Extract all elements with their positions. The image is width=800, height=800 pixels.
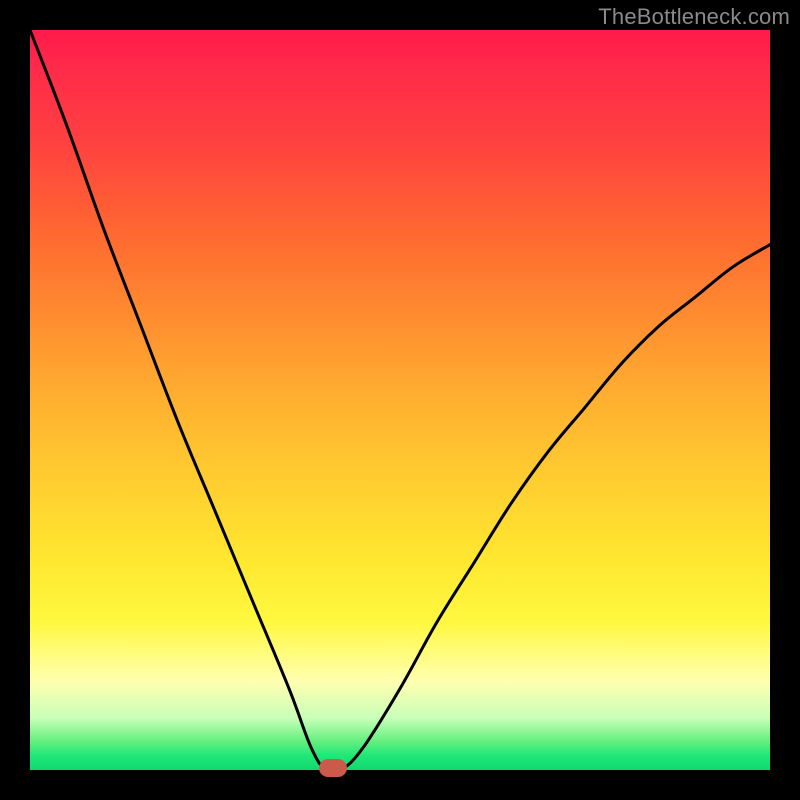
plot-area: [30, 30, 770, 770]
watermark-text: TheBottleneck.com: [598, 4, 790, 30]
min-marker: [319, 759, 347, 777]
chart-container: TheBottleneck.com: [0, 0, 800, 800]
curve-svg: [30, 30, 770, 770]
bottleneck-curve: [30, 30, 770, 770]
